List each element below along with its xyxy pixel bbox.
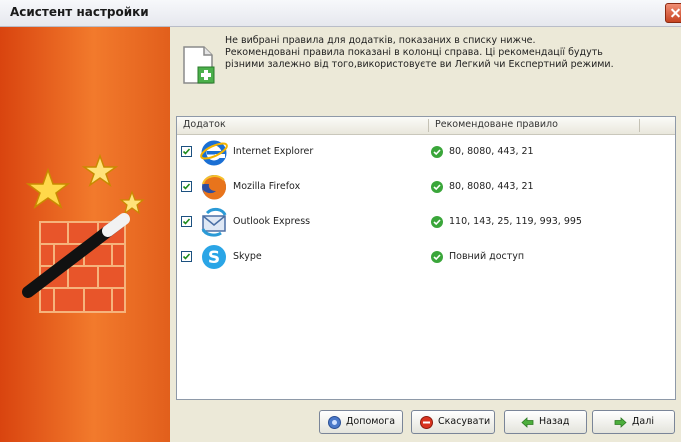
skype-icon: S [202, 245, 226, 269]
recommended-rule: Повний доступ [449, 251, 525, 262]
recommended-rule: 80, 8080, 443, 21 [449, 181, 534, 192]
row-checkbox[interactable] [181, 181, 192, 192]
back-button[interactable]: Назад [504, 410, 587, 434]
list-item-skype[interactable]: S Skype Повний доступ [177, 241, 675, 274]
firefox-icon [202, 175, 226, 200]
row-checkbox[interactable] [181, 146, 192, 157]
wizard-content: Не вибрані правила для додатків, показан… [171, 27, 681, 442]
recommended-rule: 110, 143, 25, 119, 993, 995 [449, 216, 582, 227]
title-bar[interactable]: Асистент настройки [0, 0, 681, 27]
app-name: Internet Explorer [233, 146, 314, 157]
close-button[interactable] [665, 3, 681, 23]
check-ok-icon [431, 216, 443, 228]
help-button[interactable]: Допомога [319, 410, 403, 434]
row-checkbox[interactable] [181, 216, 192, 227]
svg-text:S: S [208, 248, 220, 268]
list-item-internet-explorer[interactable]: Internet Explorer 80, 8080, 443, 21 [177, 136, 675, 169]
cancel-button-label: Скасувати [438, 416, 491, 427]
list-item-mozilla-firefox[interactable]: Mozilla Firefox 80, 8080, 443, 21 [177, 171, 675, 204]
outlook-express-icon [201, 207, 227, 237]
check-ok-icon [431, 146, 443, 158]
wizard-sidebar [0, 27, 170, 442]
stop-icon [420, 416, 433, 429]
app-name: Mozilla Firefox [233, 181, 301, 192]
cancel-button[interactable]: Скасувати [411, 410, 495, 434]
check-ok-icon [431, 251, 443, 263]
check-ok-icon [431, 181, 443, 193]
list-header: Додаток Рекомендоване правило [177, 117, 675, 135]
arrow-left-icon [521, 417, 534, 428]
info-message: Не вибрані правила для додатків, показан… [225, 35, 665, 71]
column-header-rule[interactable]: Рекомендоване правило [435, 119, 558, 130]
firewall-wizard-illustration [22, 153, 145, 313]
setup-wizard-window: Асистент настройки Не вибрані правила дл… [0, 0, 681, 442]
info-line-3: різними залежно від того,використовуєте … [225, 59, 614, 70]
recommended-rule: 80, 8080, 443, 21 [449, 146, 534, 157]
info-line-1: Не вибрані правила для додатків, показан… [225, 35, 536, 46]
list-item-outlook-express[interactable]: Outlook Express 110, 143, 25, 119, 993, … [177, 206, 675, 239]
app-name: Skype [233, 251, 262, 262]
arrow-right-icon [614, 417, 627, 428]
next-button-label: Далі [632, 416, 654, 427]
application-rules-list[interactable]: Додаток Рекомендоване правило Internet E… [176, 116, 676, 400]
next-button[interactable]: Далі [592, 410, 675, 434]
help-icon [328, 416, 341, 429]
window-title: Асистент настройки [10, 5, 149, 19]
column-header-app[interactable]: Додаток [183, 119, 226, 130]
column-divider[interactable] [639, 119, 640, 132]
back-button-label: Назад [539, 416, 570, 427]
app-name: Outlook Express [233, 216, 311, 227]
info-line-2: Рекомендовані правила показані в колонці… [225, 47, 603, 58]
column-divider[interactable] [428, 119, 429, 132]
help-button-label: Допомога [346, 416, 396, 427]
add-document-icon [183, 46, 215, 84]
row-checkbox[interactable] [181, 251, 192, 262]
internet-explorer-icon [200, 140, 228, 166]
